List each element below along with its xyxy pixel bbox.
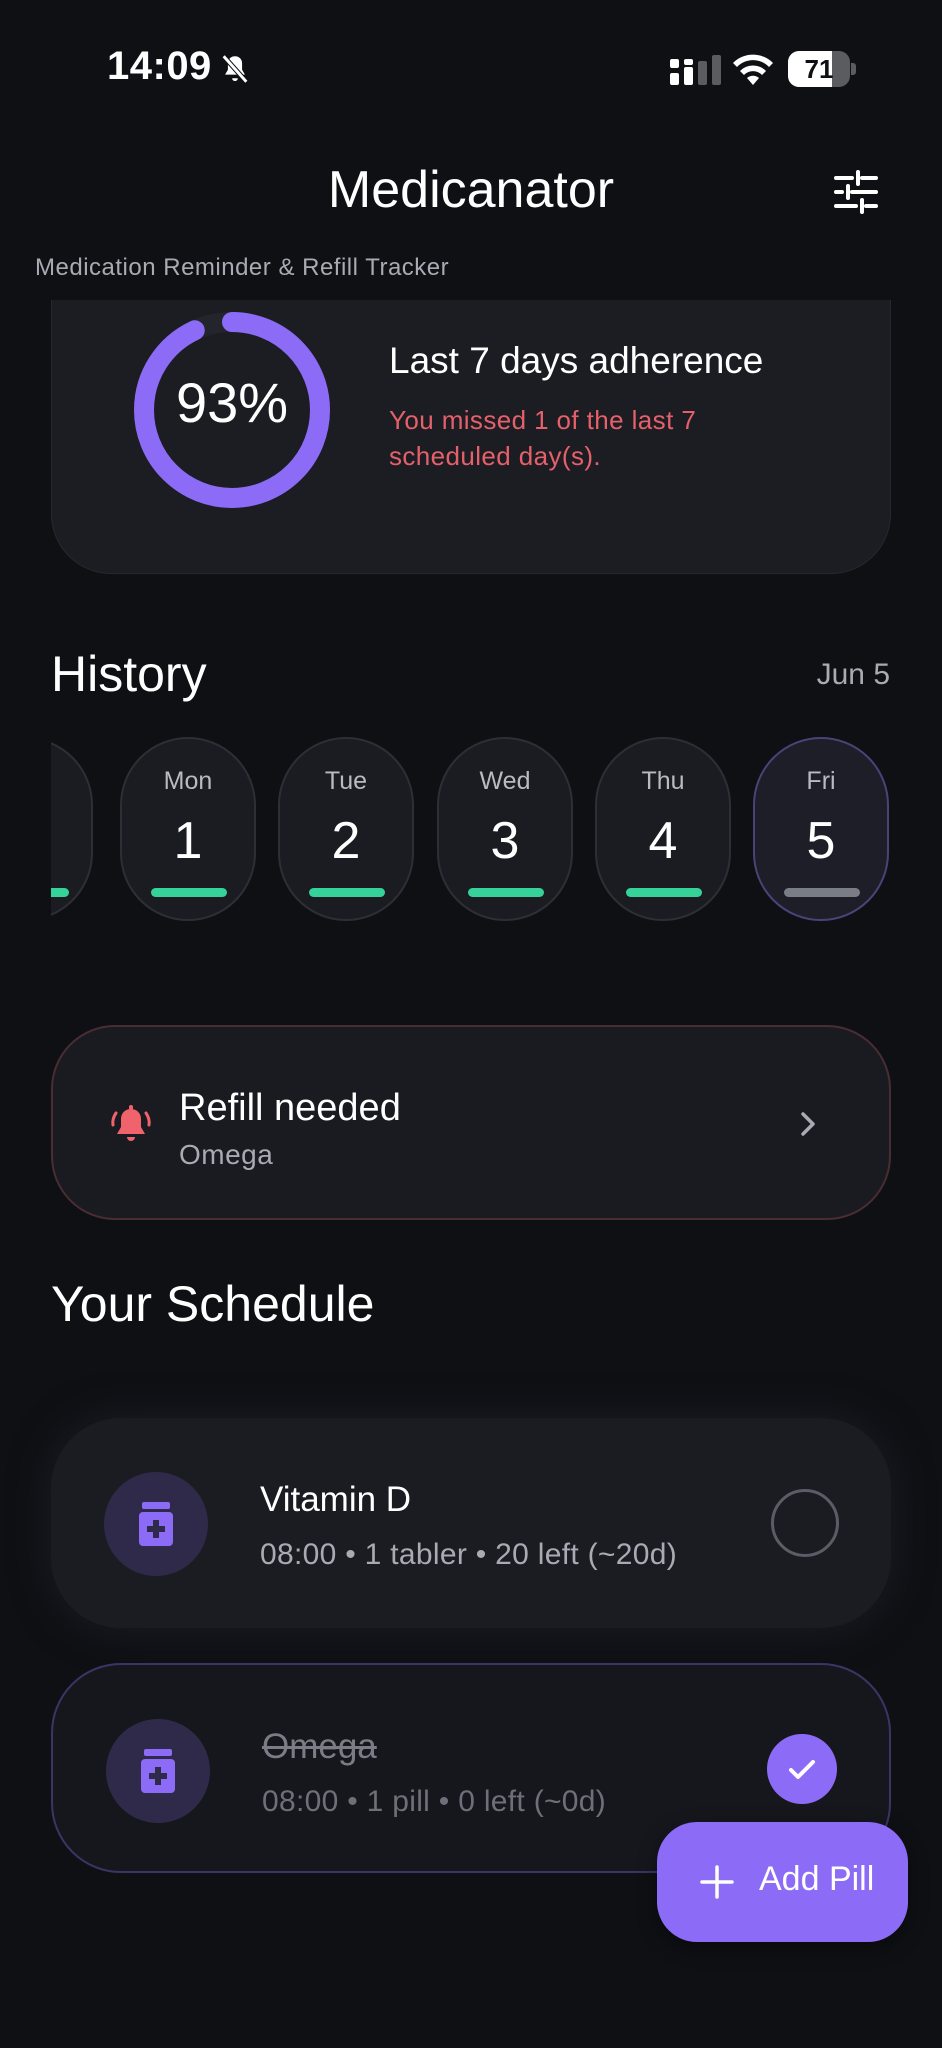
- chevron-right-icon: [801, 1112, 815, 1136]
- app-subtitle: Medication Reminder & Refill Tracker: [35, 254, 450, 281]
- add-pill-label: Add Pill: [759, 1860, 875, 1898]
- battery-percent: 71: [804, 54, 834, 84]
- medication-name: Vitamin D: [260, 1480, 412, 1519]
- status-time: 14:09: [107, 44, 212, 88]
- medication-name: Omega: [262, 1727, 377, 1766]
- bell-ring-icon: [111, 1105, 151, 1141]
- day-name: Mon: [163, 767, 213, 795]
- medication-detail: 08:00 • 1 tabler • 20 left (~20d): [260, 1538, 677, 1571]
- medication-card[interactable]: Vitamin D 08:00 • 1 tabler • 20 left (~2…: [51, 1418, 891, 1628]
- day-chip[interactable]: Tue 2: [278, 737, 414, 921]
- day-name: Wed: [479, 767, 531, 795]
- pill-bottle-icon: [104, 1472, 208, 1576]
- add-pill-button[interactable]: Add Pill: [657, 1822, 908, 1942]
- status-bar: 14:09 71: [0, 0, 942, 130]
- cellular-signal-icon: [670, 55, 721, 85]
- schedule-title: Your Schedule: [51, 1276, 375, 1332]
- day-number: 4: [648, 812, 678, 870]
- refill-medication: Omega: [179, 1139, 274, 1170]
- refill-title: Refill needed: [179, 1087, 401, 1129]
- adherence-title: Last 7 days adherence: [389, 340, 764, 381]
- day-chip[interactable]: Mon 1: [120, 737, 256, 921]
- history-date: Jun 5: [816, 658, 890, 691]
- day-status-bar: [151, 888, 227, 897]
- day-number: 3: [490, 812, 520, 870]
- battery-icon: 71: [788, 51, 856, 87]
- day-chip[interactable]: Thu 4: [595, 737, 731, 921]
- app-title: Medicanator: [327, 161, 615, 219]
- history-title: History: [51, 646, 207, 702]
- bell-slash-icon: [221, 54, 249, 84]
- day-status-bar: [626, 888, 702, 897]
- day-name: Tue: [324, 767, 368, 795]
- day-chip[interactable]: Wed 3: [437, 737, 573, 921]
- checkmark-icon: [789, 1760, 815, 1779]
- adherence-percent: 93%: [175, 371, 289, 434]
- day-number: 5: [806, 812, 836, 870]
- day-status-bar: [784, 888, 860, 897]
- day-chip-partial[interactable]: [51, 737, 93, 921]
- sliders-icon[interactable]: [832, 168, 880, 216]
- adherence-card: 93% Last 7 days adherence You missed 1 o…: [51, 300, 891, 574]
- refill-alert-card[interactable]: Refill needed Omega: [51, 1025, 891, 1220]
- day-name: Thu: [641, 767, 685, 795]
- day-status-bar: [309, 888, 385, 897]
- day-chip-selected[interactable]: Fri 5: [753, 737, 889, 921]
- taken-checkbox-checked[interactable]: [767, 1734, 837, 1804]
- history-day-strip[interactable]: Mon 1 Tue 2 Wed 3 Thu 4 Fri 5: [51, 737, 891, 921]
- day-status-bar: [468, 888, 544, 897]
- plus-icon: [700, 1865, 734, 1899]
- mark-taken-checkbox[interactable]: [771, 1489, 839, 1557]
- day-number: 2: [331, 812, 361, 870]
- wifi-icon: [733, 54, 773, 85]
- day-number: 1: [173, 812, 203, 870]
- medication-detail: 08:00 • 1 pill • 0 left (~0d): [262, 1785, 607, 1818]
- pill-bottle-icon: [106, 1719, 210, 1823]
- adherence-message: You missed 1 of the last 7 scheduled day…: [389, 405, 697, 471]
- day-name: Fri: [806, 767, 836, 795]
